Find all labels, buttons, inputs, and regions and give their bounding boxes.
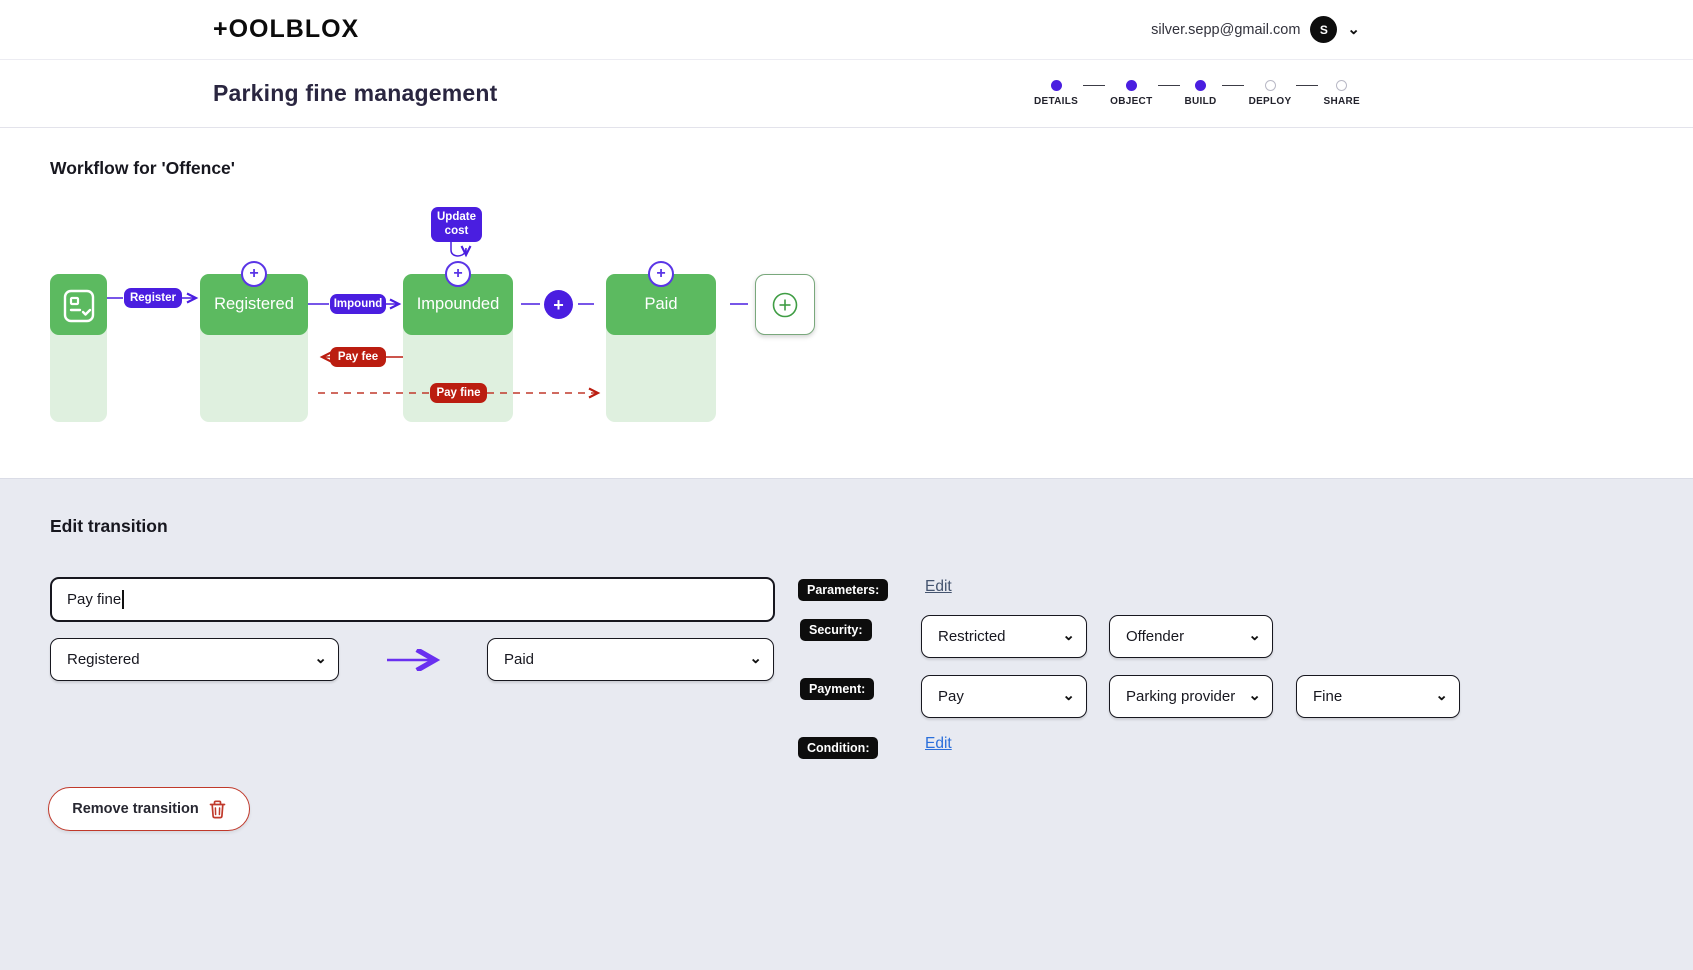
step-connector: [1083, 85, 1106, 86]
edit-transition-heading: Edit transition: [50, 516, 168, 536]
payment-label: Payment:: [800, 678, 875, 700]
payment-action-select-wrap: Pay ⌄: [921, 675, 1087, 718]
add-transition-from-registered-button[interactable]: +: [241, 261, 267, 287]
chevron-down-icon[interactable]: ⌄: [1347, 22, 1360, 37]
parameters-label: Parameters:: [798, 579, 889, 601]
transition-arrow-icon: [387, 649, 441, 671]
step-details[interactable]: DETAILS: [1034, 80, 1078, 107]
step-dot: [1336, 80, 1348, 91]
step-label: DETAILS: [1033, 96, 1079, 107]
step-dot: [1264, 80, 1276, 91]
workflow-heading: Workflow for 'Offence': [50, 158, 235, 178]
condition-label: Condition:: [798, 737, 879, 759]
plus-icon: +: [453, 265, 463, 282]
step-connector: [1221, 85, 1244, 86]
plus-icon: +: [656, 265, 666, 282]
user-menu[interactable]: silver.sepp@gmail.com S ⌄: [1151, 16, 1360, 43]
payment-recipient-select[interactable]: Parking provider: [1109, 675, 1273, 718]
step-dot: [1195, 80, 1207, 91]
step-connector: [1157, 85, 1180, 86]
remove-transition-button[interactable]: Remove transition: [48, 787, 250, 831]
parameters-edit-link[interactable]: Edit: [925, 578, 952, 596]
text-caret: [122, 590, 124, 609]
step-build[interactable]: BUILD: [1185, 80, 1217, 107]
step-label: BUILD: [1184, 96, 1217, 107]
workflow-panel: Workflow for 'Offence' Registered + Impo…: [0, 128, 1693, 478]
step-dot: [1050, 80, 1062, 91]
user-email: silver.sepp@gmail.com: [1151, 21, 1301, 38]
remove-transition-label: Remove transition: [72, 801, 199, 817]
security-role-select[interactable]: Offender: [1109, 615, 1273, 658]
transition-name-input[interactable]: Pay fine: [50, 577, 775, 622]
security-access-select-wrap: Restricted ⌄: [921, 615, 1087, 658]
step-deploy[interactable]: DEPLOY: [1249, 80, 1292, 107]
condition-edit-link[interactable]: Edit: [925, 735, 952, 753]
transition-pay-fee[interactable]: Pay fee: [330, 347, 386, 367]
add-transition-button[interactable]: +: [544, 290, 573, 319]
add-transition-from-impounded-button[interactable]: +: [445, 261, 471, 287]
step-label: SHARE: [1323, 96, 1360, 107]
to-state-select[interactable]: Paid: [487, 638, 774, 681]
payment-recipient-select-wrap: Parking provider ⌄: [1109, 675, 1273, 718]
transition-update-cost[interactable]: Update cost: [431, 207, 482, 242]
workflow-diagram: Registered + Impounded + Paid + Register…: [0, 197, 1693, 447]
payment-amount-select[interactable]: Fine: [1296, 675, 1460, 718]
toolblox-logo[interactable]: +OOLBLOX: [213, 15, 359, 44]
page-title: Parking fine management: [213, 80, 498, 106]
page-header: Parking fine management DETAILS OBJECT B…: [0, 60, 1693, 128]
transition-impound[interactable]: Impound: [330, 294, 386, 314]
transition-register[interactable]: Register: [124, 288, 182, 308]
security-label: Security:: [800, 619, 872, 641]
step-connector: [1296, 85, 1319, 86]
step-dot: [1125, 80, 1137, 91]
payment-amount-select-wrap: Fine ⌄: [1296, 675, 1460, 718]
plus-icon: +: [249, 265, 259, 282]
to-state-select-wrap: Paid ⌄: [487, 638, 774, 681]
payment-action-select[interactable]: Pay: [921, 675, 1087, 718]
step-share[interactable]: SHARE: [1323, 80, 1360, 107]
step-label: OBJECT: [1110, 96, 1153, 107]
step-object[interactable]: OBJECT: [1110, 80, 1152, 107]
security-access-select[interactable]: Restricted: [921, 615, 1087, 658]
plus-icon: +: [553, 294, 564, 315]
from-state-select-wrap: Registered ⌄: [50, 638, 339, 681]
transition-pay-fine[interactable]: Pay fine: [430, 383, 487, 403]
step-label: DEPLOY: [1248, 96, 1292, 107]
wizard-stepper: DETAILS OBJECT BUILD DEPLOY SHARE: [1034, 80, 1360, 107]
edit-transition-panel: Edit transition Pay fine Registered ⌄ Pa…: [0, 478, 1693, 970]
topbar: +OOLBLOX silver.sepp@gmail.com S ⌄: [0, 0, 1693, 60]
add-transition-from-paid-button[interactable]: +: [648, 261, 674, 287]
trash-icon: [209, 799, 226, 818]
transition-name-value: Pay fine: [67, 591, 122, 608]
avatar[interactable]: S: [1310, 16, 1338, 43]
security-role-select-wrap: Offender ⌄: [1109, 615, 1273, 658]
from-state-select[interactable]: Registered: [50, 638, 339, 681]
